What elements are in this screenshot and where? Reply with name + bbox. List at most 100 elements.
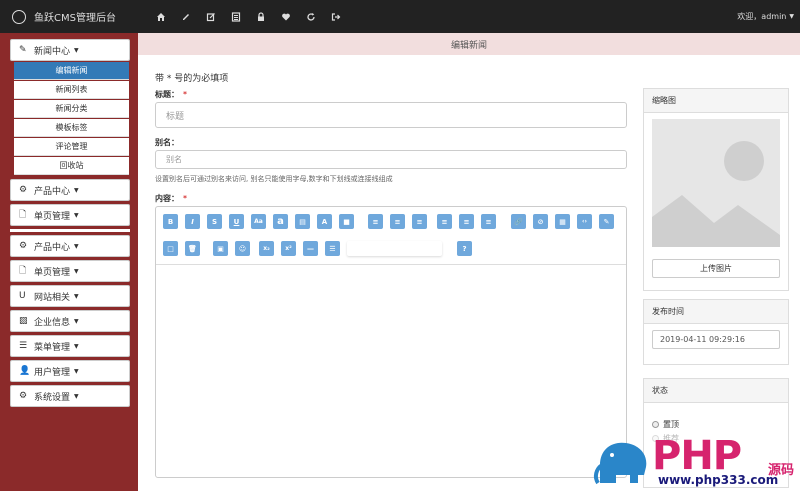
table-button[interactable]: ▦: [555, 214, 570, 229]
image-placeholder-icon[interactable]: [652, 119, 780, 247]
publish-time-panel: 发布时间 2019-04-11 09:29:16: [643, 299, 789, 365]
brand[interactable]: 鱼跃CMS管理后台: [0, 0, 148, 33]
sidebar-group-news[interactable]: ✎ 新闻中心 ▼: [10, 39, 130, 61]
caret-down-icon: ▼: [74, 267, 79, 275]
italic-button[interactable]: I: [185, 214, 200, 229]
pencil-icon[interactable]: [173, 0, 198, 33]
ordered-list-button[interactable]: ≡: [459, 214, 474, 229]
list-format-button[interactable]: ☰: [325, 241, 340, 256]
sidebar-group-label: 产品中心: [34, 242, 71, 253]
heart-icon[interactable]: [273, 0, 298, 33]
sidebar-group-label: 单页管理: [34, 267, 71, 278]
list-icon[interactable]: [223, 0, 248, 33]
superscript-button[interactable]: x²: [281, 241, 296, 256]
sidebar-group-website[interactable]: U 网站相关 ▼: [10, 285, 130, 307]
app-title: 鱼跃CMS管理后台: [34, 13, 116, 24]
sidebar-item-edit-news[interactable]: 编辑新闻: [14, 62, 129, 80]
sidebar-group-label: 网站相关: [34, 292, 71, 303]
thumbnail-panel-title: 缩略图: [644, 89, 788, 113]
sidebar-group-label: 用户管理: [34, 367, 71, 378]
rich-text-editor[interactable]: B I S U Aa a ▤ A ■ ≡ ≡ ≡ ≡ ≡ ≡ 🔗 ⊘ ▦ ‹› …: [155, 206, 627, 478]
watermark: PHP 源码 www.php333.com: [592, 433, 800, 491]
toolbar-dropdown[interactable]: [347, 241, 442, 256]
cogs-icon: ⚙: [19, 241, 28, 251]
caret-down-icon: ▼: [74, 186, 79, 194]
logout-icon[interactable]: [323, 0, 348, 33]
font-size-button[interactable]: Aa: [251, 214, 266, 229]
user-greeting[interactable]: 欢迎，admin ▼: [737, 0, 794, 33]
font-family-button[interactable]: a: [273, 214, 288, 229]
refresh-icon[interactable]: [298, 0, 323, 33]
underline-button[interactable]: U: [229, 214, 244, 229]
caret-down-icon: ▼: [74, 46, 79, 54]
content-label: 内容： *: [155, 193, 187, 204]
sidebar-item-news-list[interactable]: 新闻列表: [14, 81, 129, 99]
align-left-button[interactable]: ≡: [368, 214, 383, 229]
code-button[interactable]: ‹›: [577, 214, 592, 229]
caret-down-icon: ▼: [74, 342, 79, 350]
lock-icon[interactable]: [248, 0, 273, 33]
sidebar-group-label: 新闻中心: [34, 46, 71, 57]
file-icon: 🗋: [19, 266, 27, 276]
user-greeting-text: 欢迎，admin: [737, 12, 787, 21]
radio-icon: [652, 421, 659, 428]
clear-button[interactable]: 🗑: [185, 241, 200, 256]
unordered-list-button[interactable]: ≡: [481, 214, 496, 229]
upload-image-button[interactable]: 上传图片: [652, 259, 780, 278]
edit-icon: ✎: [19, 45, 27, 55]
sidebar-group-users[interactable]: 👤 用户管理 ▼: [10, 360, 130, 382]
font-color-button[interactable]: A: [317, 214, 332, 229]
alias-help-text: 设置别名后可通过别名来访问, 别名只能使用字母,数字和下划线或连接线组成: [155, 175, 393, 183]
paragraph-button[interactable]: ▤: [295, 214, 310, 229]
edit-icon[interactable]: [198, 0, 223, 33]
justify-button[interactable]: ≡: [437, 214, 452, 229]
sidebar-item-news-category[interactable]: 新闻分类: [14, 100, 129, 118]
cogs-icon: ⚙: [19, 185, 28, 195]
align-right-button[interactable]: ≡: [412, 214, 427, 229]
thumbnail-panel: 缩略图 上传图片: [643, 88, 789, 291]
help-button[interactable]: ?: [457, 241, 472, 256]
align-center-button[interactable]: ≡: [390, 214, 405, 229]
subscript-button[interactable]: x₂: [259, 241, 274, 256]
sidebar-group-menus[interactable]: ☰ 菜单管理 ▼: [10, 335, 130, 357]
emoji-button[interactable]: ☺: [235, 241, 250, 256]
home-icon[interactable]: [148, 0, 173, 33]
image-button[interactable]: ▣: [213, 241, 228, 256]
sidebar-group-pages[interactable]: 🗋 单页管理 ▼: [10, 204, 130, 226]
horizontal-rule-button[interactable]: —: [303, 241, 318, 256]
cursor-button[interactable]: ✎: [599, 214, 614, 229]
status-pin-option[interactable]: 置顶: [652, 419, 679, 430]
sidebar-item-template-tags[interactable]: 模板标签: [14, 119, 129, 137]
sidebar-item-recycle-bin[interactable]: 回收站: [14, 157, 129, 175]
picture-icon: ▨: [19, 316, 28, 326]
sidebar-group-settings[interactable]: ⚙ 系统设置 ▼: [10, 385, 130, 407]
bold-button[interactable]: B: [163, 214, 178, 229]
top-navbar: 鱼跃CMS管理后台 欢迎，admin ▼: [0, 0, 800, 33]
link-button[interactable]: 🔗: [511, 214, 526, 229]
list-icon: ☰: [19, 341, 28, 351]
caret-down-icon: ▼: [74, 292, 79, 300]
sidebar-group-products[interactable]: ⚙ 产品中心 ▼: [10, 179, 130, 201]
sidebar-group-label: 产品中心: [34, 186, 71, 197]
required-star: *: [183, 194, 187, 203]
sidebar-item-comments[interactable]: 评论管理: [14, 138, 129, 156]
sidebar-group-company[interactable]: ▨ 企业信息 ▼: [10, 310, 130, 332]
title-placeholder: 标题: [166, 111, 185, 122]
watermark-url: www.php333.com: [658, 473, 779, 487]
caret-down-icon: ▼: [74, 392, 79, 400]
sidebar-group-pages-2[interactable]: 🗋 单页管理 ▼: [10, 260, 130, 282]
sidebar-group-label: 菜单管理: [34, 342, 71, 353]
alias-input[interactable]: 别名: [155, 150, 627, 169]
title-input[interactable]: 标题: [155, 102, 627, 128]
fullscreen-button[interactable]: □: [163, 241, 178, 256]
top-icon-bar: [148, 0, 348, 33]
page-title-bar: 编辑新闻: [138, 33, 800, 55]
alias-label: 别名：: [155, 138, 179, 147]
strikethrough-button[interactable]: S: [207, 214, 222, 229]
sidebar-group-products-2[interactable]: ⚙ 产品中心 ▼: [10, 235, 130, 257]
caret-down-icon: ▼: [74, 242, 79, 250]
background-color-button[interactable]: ■: [339, 214, 354, 229]
publish-time-input[interactable]: 2019-04-11 09:29:16: [652, 330, 780, 349]
status-pin-label: 置顶: [663, 420, 679, 429]
unlink-button[interactable]: ⊘: [533, 214, 548, 229]
